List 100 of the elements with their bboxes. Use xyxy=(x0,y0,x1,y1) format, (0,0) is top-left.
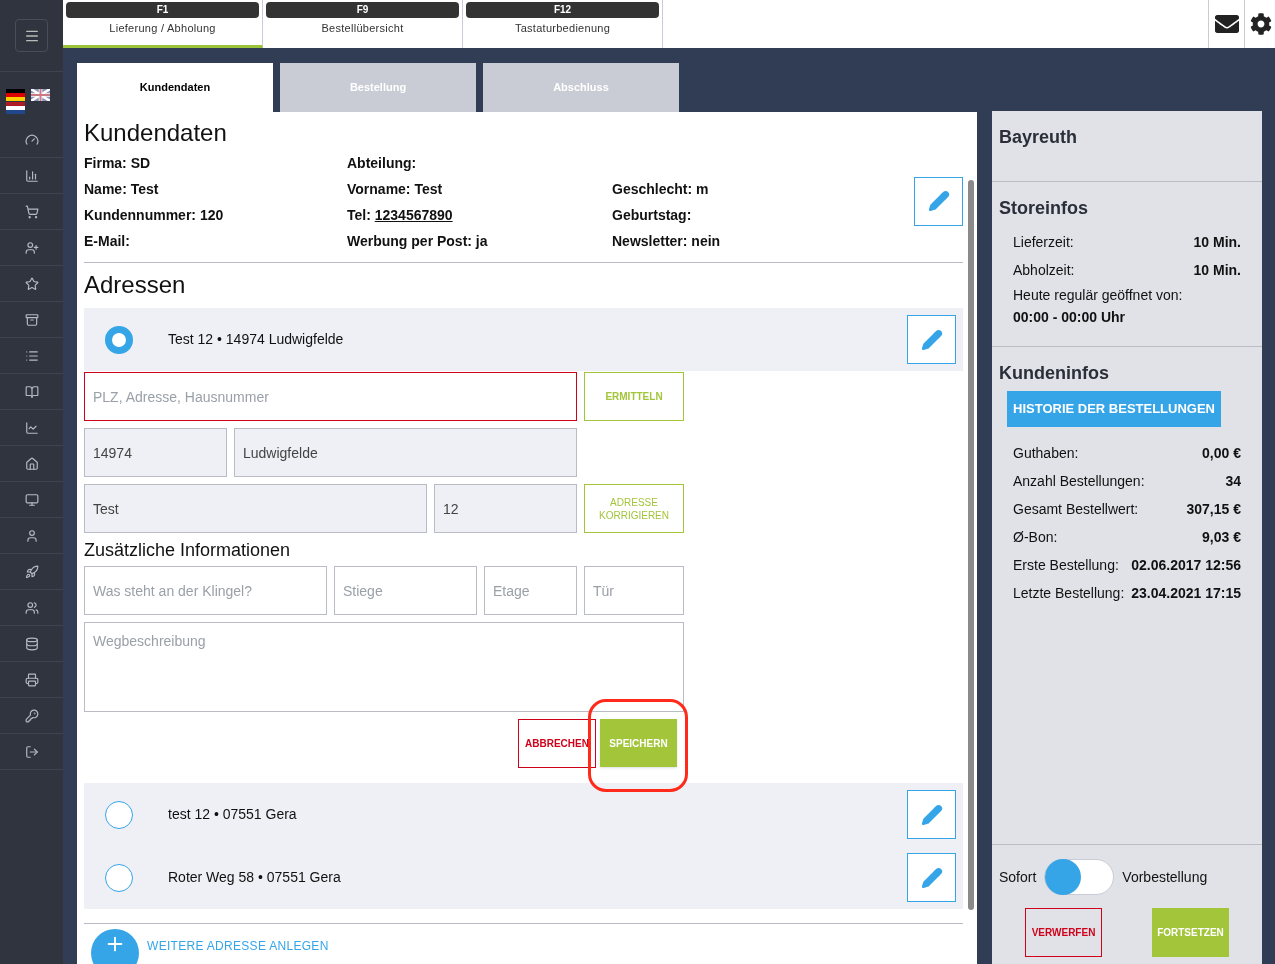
info-value: 02.06.2017 12:56 xyxy=(1131,556,1241,575)
info-value: 34 xyxy=(1225,472,1241,491)
section-title: Adressen xyxy=(84,270,187,300)
input-field[interactable]: Ludwigfelde xyxy=(234,428,577,477)
panel-title: Kundeninfos xyxy=(999,362,1110,385)
tab-label: Tastaturbedienung xyxy=(514,21,611,36)
input-field[interactable]: Stiege xyxy=(334,566,477,615)
info-label: Guthaben: xyxy=(1013,444,1079,463)
function-tab[interactable]: F12 Tastaturbedienung xyxy=(463,0,663,48)
database-icon[interactable] xyxy=(24,636,39,651)
info-value: 0,00 € xyxy=(1202,444,1241,463)
step-tab[interactable]: Kundendaten xyxy=(77,63,273,112)
info-value: 10 Min. xyxy=(1193,233,1241,252)
settings-icon[interactable] xyxy=(1249,13,1272,35)
rocket-icon[interactable] xyxy=(24,564,39,579)
info-field: Geschlecht: m xyxy=(612,176,914,202)
info-field: Abteilung: xyxy=(347,150,612,176)
discard-button[interactable]: VERWERFEN xyxy=(1025,908,1102,957)
add-user-icon[interactable] xyxy=(24,240,39,255)
toggle-label: Sofort xyxy=(999,867,1037,887)
input-field[interactable]: 12 xyxy=(434,484,577,533)
radio-button[interactable] xyxy=(105,325,133,354)
info-value: 9,03 € xyxy=(1202,528,1241,547)
info-field: Werbung per Post: ja xyxy=(347,228,612,254)
printer-icon[interactable] xyxy=(24,672,39,687)
info-field: Vorname: Test xyxy=(347,176,612,202)
address-text: test 12 • 07551 Gera xyxy=(168,805,298,824)
star-icon[interactable] xyxy=(24,276,39,291)
mail-icon[interactable] xyxy=(1214,12,1239,36)
bar-chart-icon[interactable] xyxy=(24,168,39,183)
function-tab[interactable]: F1 Lieferung / Abholung xyxy=(63,0,263,48)
address-row[interactable]: Test 12 • 14974 Ludwigfelde xyxy=(84,308,963,371)
add-button[interactable] xyxy=(91,929,139,964)
function-tab[interactable]: F9 Bestellübersicht xyxy=(263,0,463,48)
input-field[interactable]: Was steht an der Klingel? xyxy=(84,566,327,615)
panel-title: Storeinfos xyxy=(999,197,1089,220)
toggle-switch[interactable] xyxy=(1044,859,1115,895)
edit-button[interactable] xyxy=(907,853,956,902)
info-field: E-Mail: xyxy=(84,228,347,254)
radio-button[interactable] xyxy=(105,863,133,892)
info-label: Abholzeit: xyxy=(1013,261,1075,280)
cancel-button[interactable]: ABBRECHEN xyxy=(518,719,596,768)
cart-icon[interactable] xyxy=(24,204,39,219)
users-icon[interactable] xyxy=(24,600,39,615)
info-label: Erste Bestellung: xyxy=(1013,556,1119,575)
info-label: Ø-Bon: xyxy=(1013,528,1058,547)
address-row[interactable]: test 12 • 07551 Gera xyxy=(84,783,963,846)
info-label: Gesamt Bestellwert: xyxy=(1013,500,1139,519)
toggle-label: Vorbestellung xyxy=(1122,867,1208,887)
tab-label: Lieferung / Abholung xyxy=(109,21,216,36)
pencil-icon xyxy=(927,190,950,212)
info-field: Firma: SD xyxy=(84,150,347,176)
subsection-title: Zusätzliche Informationen xyxy=(84,539,292,561)
info-field: Name: Test xyxy=(84,176,347,202)
hours-value: 00:00 - 00:00 Uhr xyxy=(1013,308,1127,327)
input-field[interactable]: Tür xyxy=(584,566,684,615)
key-icon[interactable] xyxy=(24,708,39,723)
section-title: Kundendaten xyxy=(84,118,228,148)
menu-button[interactable] xyxy=(15,19,48,52)
input-field[interactable]: Test xyxy=(84,484,427,533)
edit-button[interactable] xyxy=(907,315,956,364)
info-label: Letzte Bestellung: xyxy=(1013,584,1125,603)
store-name: Bayreuth xyxy=(999,127,1078,147)
phone-link[interactable]: 1234567890 xyxy=(374,207,453,223)
monitor-icon[interactable] xyxy=(24,492,39,507)
tab-label: Bestellübersicht xyxy=(321,21,404,36)
line-chart-icon[interactable] xyxy=(24,420,39,435)
logout-icon[interactable] xyxy=(24,744,39,759)
key-badge: F12 xyxy=(466,2,659,18)
edit-button[interactable] xyxy=(914,176,963,226)
input-field[interactable]: 14974 xyxy=(84,428,227,477)
home-icon[interactable] xyxy=(24,456,39,471)
gauge-icon[interactable] xyxy=(24,132,39,147)
flag-icon[interactable] xyxy=(6,102,25,114)
list-icon[interactable] xyxy=(24,348,39,363)
input-field[interactable]: Etage xyxy=(484,566,577,615)
user-icon[interactable] xyxy=(24,528,39,543)
input-field[interactable]: PLZ, Adresse, Hausnummer xyxy=(84,372,577,421)
key-badge: F9 xyxy=(266,2,459,18)
pencil-icon xyxy=(920,866,943,889)
book-icon[interactable] xyxy=(24,384,39,399)
info-field: Tel: 1234567890 xyxy=(347,202,612,228)
info-value: 23.04.2021 17:15 xyxy=(1131,584,1241,603)
archive-icon[interactable] xyxy=(24,312,39,327)
info-field: Kundennummer: 120 xyxy=(84,202,347,228)
info-value: 10 Min. xyxy=(1193,261,1241,280)
address-text: Test 12 • 14974 Ludwigfelde xyxy=(168,330,345,349)
info-field: Geburtstag: xyxy=(612,202,914,228)
hours-label: Heute regulär geöffnet von: xyxy=(1013,286,1184,305)
address-row[interactable]: Roter Weg 58 • 07551 Gera xyxy=(84,846,963,909)
info-value: 307,15 € xyxy=(1186,500,1241,519)
directions-field[interactable]: Wegbeschreibung xyxy=(84,622,684,712)
info-label: Lieferzeit: xyxy=(1013,233,1074,252)
address-text: Roter Weg 58 • 07551 Gera xyxy=(168,868,342,887)
flag-icon[interactable] xyxy=(6,89,25,101)
radio-button[interactable] xyxy=(105,800,133,829)
pencil-icon xyxy=(920,803,943,826)
scrollbar[interactable] xyxy=(968,180,974,910)
edit-button[interactable] xyxy=(907,790,956,839)
info-label: Anzahl Bestellungen: xyxy=(1013,472,1145,491)
